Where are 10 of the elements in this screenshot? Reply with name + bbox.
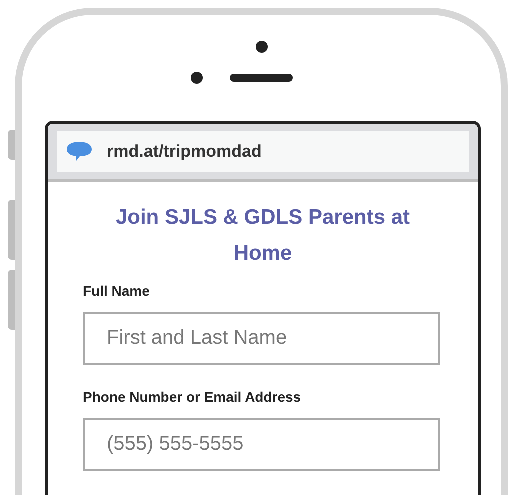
field-label: Full Name <box>83 282 151 300</box>
speech-bubble-icon <box>66 141 93 162</box>
camera-dot <box>256 41 268 53</box>
speaker-bar <box>230 74 292 82</box>
sensor-dot <box>190 72 202 84</box>
form-title: Join SJLS & GDLS Parents at Home <box>114 205 412 267</box>
input-field[interactable]: (555) 555-5555 <box>83 418 440 471</box>
input-field[interactable]: First and Last Name <box>83 312 440 365</box>
field-label: Phone Number or Email Address <box>83 388 302 406</box>
url-field[interactable]: rmd.at/tripmomdad <box>57 131 469 172</box>
